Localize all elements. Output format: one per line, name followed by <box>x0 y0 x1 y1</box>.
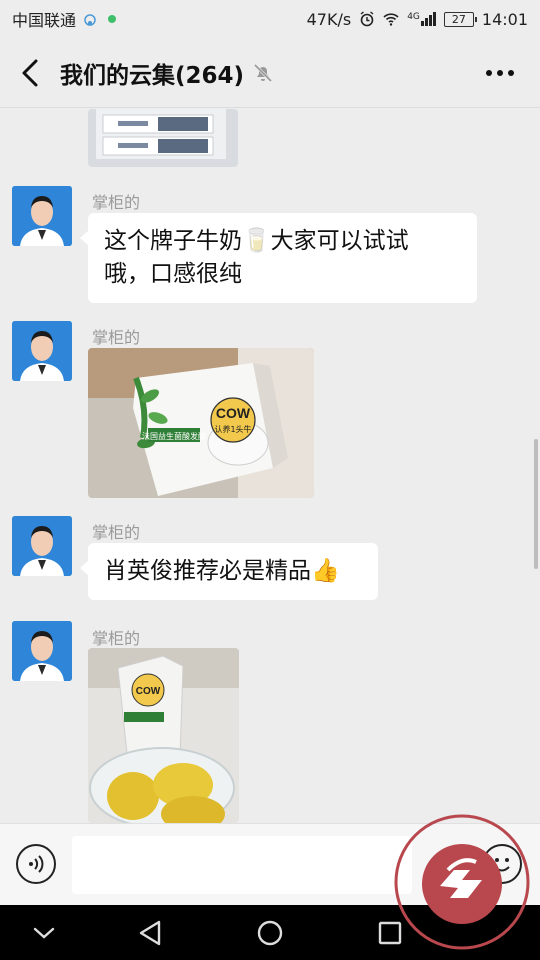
android-nav-bar <box>0 905 540 960</box>
message-bubble[interactable]: 这个牌子牛奶🥛大家可以试试 哦，口感很纯 <box>80 213 477 303</box>
milk-carton-fruit-photo: COW <box>88 648 239 823</box>
sender-name: 掌柜的 <box>92 193 141 212</box>
sender-name: 掌柜的 <box>92 523 141 542</box>
network-type: 4G <box>407 12 420 22</box>
nav-recent-button[interactable] <box>370 913 410 953</box>
avatar[interactable] <box>12 621 72 681</box>
cloud-icon <box>84 14 96 26</box>
message-text: 哦，口感很纯 <box>104 261 242 287</box>
person-avatar-icon <box>12 516 72 576</box>
product-photo[interactable]: COW <box>88 648 239 823</box>
green-dot-icon <box>108 15 117 23</box>
recent-square-icon <box>378 921 402 945</box>
more-button[interactable] <box>482 55 518 91</box>
back-button[interactable] <box>4 38 56 108</box>
nav-hide-button[interactable] <box>24 913 64 953</box>
input-bar <box>0 823 540 905</box>
emoji-button[interactable] <box>482 844 522 884</box>
message-bubble[interactable]: 肖英俊推荐必是精品👍 <box>80 543 378 600</box>
sender-name: 掌柜的 <box>92 629 141 648</box>
sender-name: 掌柜的 <box>92 328 141 347</box>
wifi-icon <box>383 13 399 26</box>
scrollbar[interactable] <box>534 439 538 569</box>
network-speed: 47K/s <box>306 9 352 29</box>
carton-brand-label: COW <box>136 686 161 697</box>
avatar[interactable] <box>12 186 72 246</box>
more-dots-icon <box>486 69 514 76</box>
person-avatar-icon <box>12 186 72 246</box>
signal-icon: 4G <box>407 12 436 26</box>
avatar[interactable] <box>12 516 72 576</box>
message-input[interactable] <box>72 836 412 894</box>
message-text: 肖英俊推荐必是精品👍 <box>104 558 340 584</box>
voice-icon <box>29 855 44 873</box>
carrier-label: 中国联通 <box>12 11 77 30</box>
nav-back-button[interactable] <box>130 913 170 953</box>
emoji-icon <box>494 858 510 872</box>
voice-button[interactable] <box>16 844 56 884</box>
box-brand-label: COW <box>216 405 251 421</box>
back-triangle-icon <box>139 920 161 946</box>
product-box-photo <box>88 109 238 167</box>
bell-off-icon <box>253 63 273 82</box>
person-avatar-icon <box>12 321 72 381</box>
chat-title: 我们的云集(264) <box>60 62 245 89</box>
product-photo[interactable]: COW 认养1头牛 法国益生菌酸发酵 <box>88 348 314 498</box>
nav-home-button[interactable] <box>250 913 290 953</box>
box-badge-label: 认养1头牛 <box>214 424 251 434</box>
alarm-icon <box>360 11 374 27</box>
box-product-label: 法国益生菌酸发酵 <box>142 431 206 441</box>
clock: 14:01 <box>481 9 528 29</box>
chevron-left-icon <box>22 59 38 86</box>
person-avatar-icon <box>12 621 72 681</box>
product-photo-partial[interactable] <box>88 109 238 167</box>
milk-box-photo: COW 认养1头牛 法国益生菌酸发酵 <box>88 348 314 498</box>
chevron-down-icon <box>33 927 55 939</box>
chat-header: 我们的云集(264) <box>0 38 540 108</box>
battery-indicator: 27 <box>443 11 477 27</box>
avatar[interactable] <box>12 321 72 381</box>
home-circle-icon <box>257 920 283 946</box>
chat-area[interactable]: 掌柜的 这个牌子牛奶🥛大家可以试试 哦，口感很纯 掌柜的 COW 认养1头牛 法… <box>0 109 540 823</box>
status-bar: 中国联通 47K/s 4G 27 14:01 <box>0 0 540 38</box>
message-text: 这个牌子牛奶🥛大家可以试试 <box>104 228 409 254</box>
